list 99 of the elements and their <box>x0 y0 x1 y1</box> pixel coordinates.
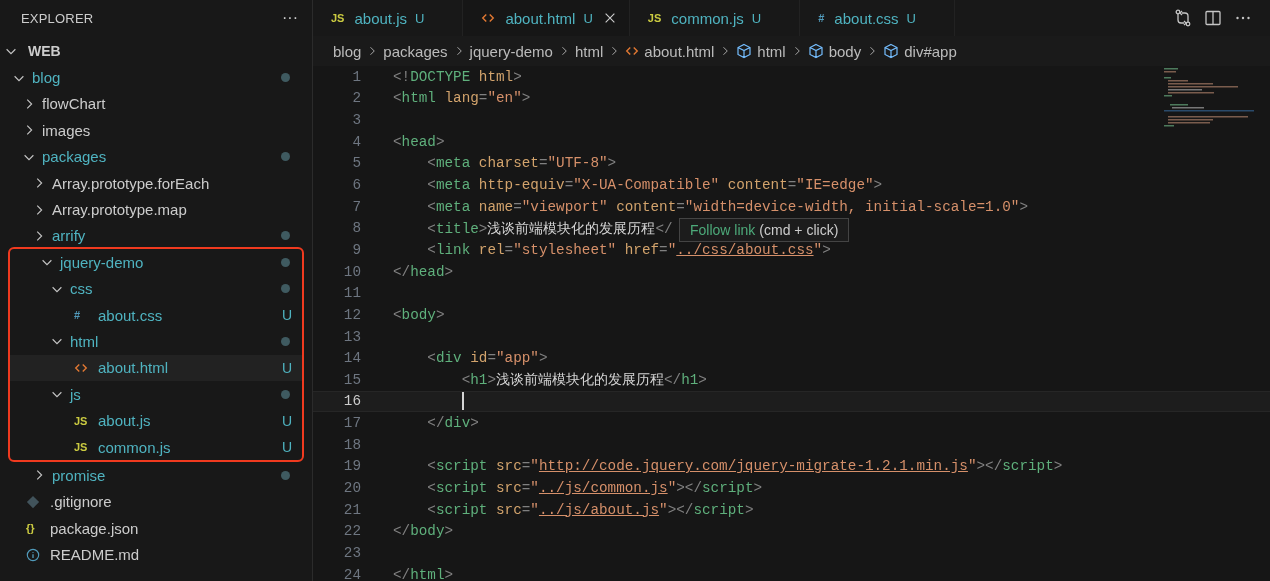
tooltip-hint: (cmd + click) <box>759 222 839 238</box>
tree-item[interactable]: promise <box>0 462 312 489</box>
line-number: 24 <box>342 566 361 581</box>
line-number: 3 <box>351 112 361 129</box>
file-icon: # <box>74 309 92 322</box>
line-number: 22 <box>342 523 361 540</box>
tree-item[interactable]: .gitignore <box>0 488 312 516</box>
code-line: <head> <box>393 133 445 150</box>
line-number: 9 <box>351 241 361 258</box>
line-number: 2 <box>351 90 361 107</box>
breadcrumb[interactable]: packages <box>383 42 448 60</box>
cube-icon <box>807 43 824 59</box>
line-number: 14 <box>342 350 361 367</box>
tree-item[interactable]: packages <box>0 143 312 170</box>
breadcrumb[interactable]: jquery-demo <box>469 42 553 60</box>
file-icon: # <box>818 12 825 24</box>
line-number: 10 <box>342 263 361 280</box>
workspace-header[interactable]: WEB <box>0 38 312 65</box>
line-number: 6 <box>351 177 361 193</box>
git-status: U <box>281 439 292 456</box>
line-number: 11 <box>342 285 361 302</box>
tree-item[interactable]: Array.prototype.forEach <box>0 169 312 197</box>
code-line: </div> <box>426 415 479 432</box>
line-number: 8 <box>351 220 361 237</box>
tree-item[interactable]: # about.css U <box>10 301 302 329</box>
line-number: 12 <box>342 306 361 323</box>
diamond-icon <box>26 494 40 509</box>
file-icon: JS <box>74 441 92 454</box>
cube-icon <box>736 43 753 59</box>
code-line: <!DOCTYPE html> <box>393 68 522 85</box>
code-line: <meta charset="UTF-8"> <box>426 155 617 172</box>
code-line: <html lang="en"> <box>393 90 531 107</box>
code-line: <h1>浅谈前端模块化的发展历程</h1> <box>460 371 707 390</box>
tree-item[interactable]: blog <box>0 64 312 91</box>
file-icon: JS <box>647 12 662 24</box>
breadcrumb[interactable]: about.html <box>644 42 715 60</box>
tree-item[interactable]: js <box>10 381 302 408</box>
code-line: <script src="../js/common.js"></script> <box>426 480 763 496</box>
line-number: 21 <box>342 501 361 518</box>
tree-item[interactable]: JS common.js U <box>10 433 302 461</box>
git-status: U <box>281 307 292 324</box>
code-line: </html> <box>393 566 454 581</box>
more-button[interactable]: ··· <box>282 9 298 27</box>
line-number: 16 <box>342 393 361 410</box>
breadcrumb[interactable]: div#app <box>904 42 957 60</box>
git-status: U <box>583 10 593 26</box>
sidebar-title: EXPLORER <box>21 10 94 26</box>
tree-item[interactable]: jquery-demo <box>10 249 302 276</box>
code-line: <meta name="viewport" content="width=device-width, initial-scale=1.0"> <box>426 198 1028 215</box>
line-number: 18 <box>342 436 361 453</box>
code-line: <title>浅谈前端模块化的发展历程</ <box>426 219 673 238</box>
tree-item[interactable]: JS about.js U <box>10 407 302 434</box>
code-line: <body> <box>393 306 445 323</box>
tree-item[interactable]: arrify <box>0 222 312 250</box>
code-line: <meta http-equiv="X-UA-Compatible" content="IE=edge"> <box>426 177 883 193</box>
file-icon: JS <box>74 414 92 427</box>
text-cursor <box>461 392 464 411</box>
line-number: 1 <box>351 68 361 85</box>
file-icon: {} <box>26 522 44 535</box>
follow-link[interactable]: Follow link <box>690 222 756 238</box>
git-status: U <box>281 412 292 429</box>
line-number: 5 <box>351 155 361 172</box>
line-number: 15 <box>342 371 361 388</box>
split-editor-icon[interactable] <box>1204 9 1222 27</box>
compare-changes-icon[interactable] <box>1174 9 1192 27</box>
git-status: U <box>415 10 425 26</box>
code-brackets-icon <box>481 11 496 25</box>
line-number: 19 <box>342 458 361 475</box>
line-number: 4 <box>351 133 361 150</box>
tree-item[interactable]: {} package.json <box>0 515 312 542</box>
line-number: 23 <box>342 544 361 561</box>
tree-item[interactable]: Array.prototype.map <box>0 196 312 223</box>
code-line: <script src="../js/about.js"></script> <box>426 501 754 518</box>
code-line: <script src="http://code.jquery.com/jquery-migrate-1.2.1.min.js"></script> <box>426 458 1063 475</box>
code-line: <link rel="stylesheet" href="../css/about.css"> <box>426 241 831 258</box>
tree-item[interactable]: README.md <box>0 541 312 568</box>
breadcrumb[interactable]: html <box>574 42 604 60</box>
git-status: U <box>906 10 916 26</box>
tree-item[interactable]: html <box>10 328 302 355</box>
line-number: 13 <box>342 328 361 345</box>
file-icon: JS <box>331 12 345 24</box>
tree-item[interactable]: css <box>10 275 302 302</box>
git-status: U <box>281 359 292 376</box>
code-brackets-icon <box>625 44 640 58</box>
line-number: 20 <box>342 480 361 496</box>
tree-item[interactable]: flowChart <box>0 90 312 118</box>
line-number: 7 <box>351 198 361 215</box>
breadcrumb[interactable]: html <box>757 42 786 60</box>
line-number: 17 <box>342 415 361 432</box>
breadcrumb[interactable]: body <box>828 42 862 60</box>
git-status: U <box>751 10 762 26</box>
breadcrumb[interactable]: blog <box>333 42 362 60</box>
code-line: </head> <box>393 263 454 280</box>
info-icon <box>26 547 40 562</box>
code-line: <div id="app"> <box>426 350 548 367</box>
tree-item[interactable]: images <box>0 117 312 144</box>
code-line: </body> <box>393 523 454 540</box>
tree-item[interactable]: about.html U <box>10 354 302 382</box>
cube-icon <box>883 43 900 59</box>
